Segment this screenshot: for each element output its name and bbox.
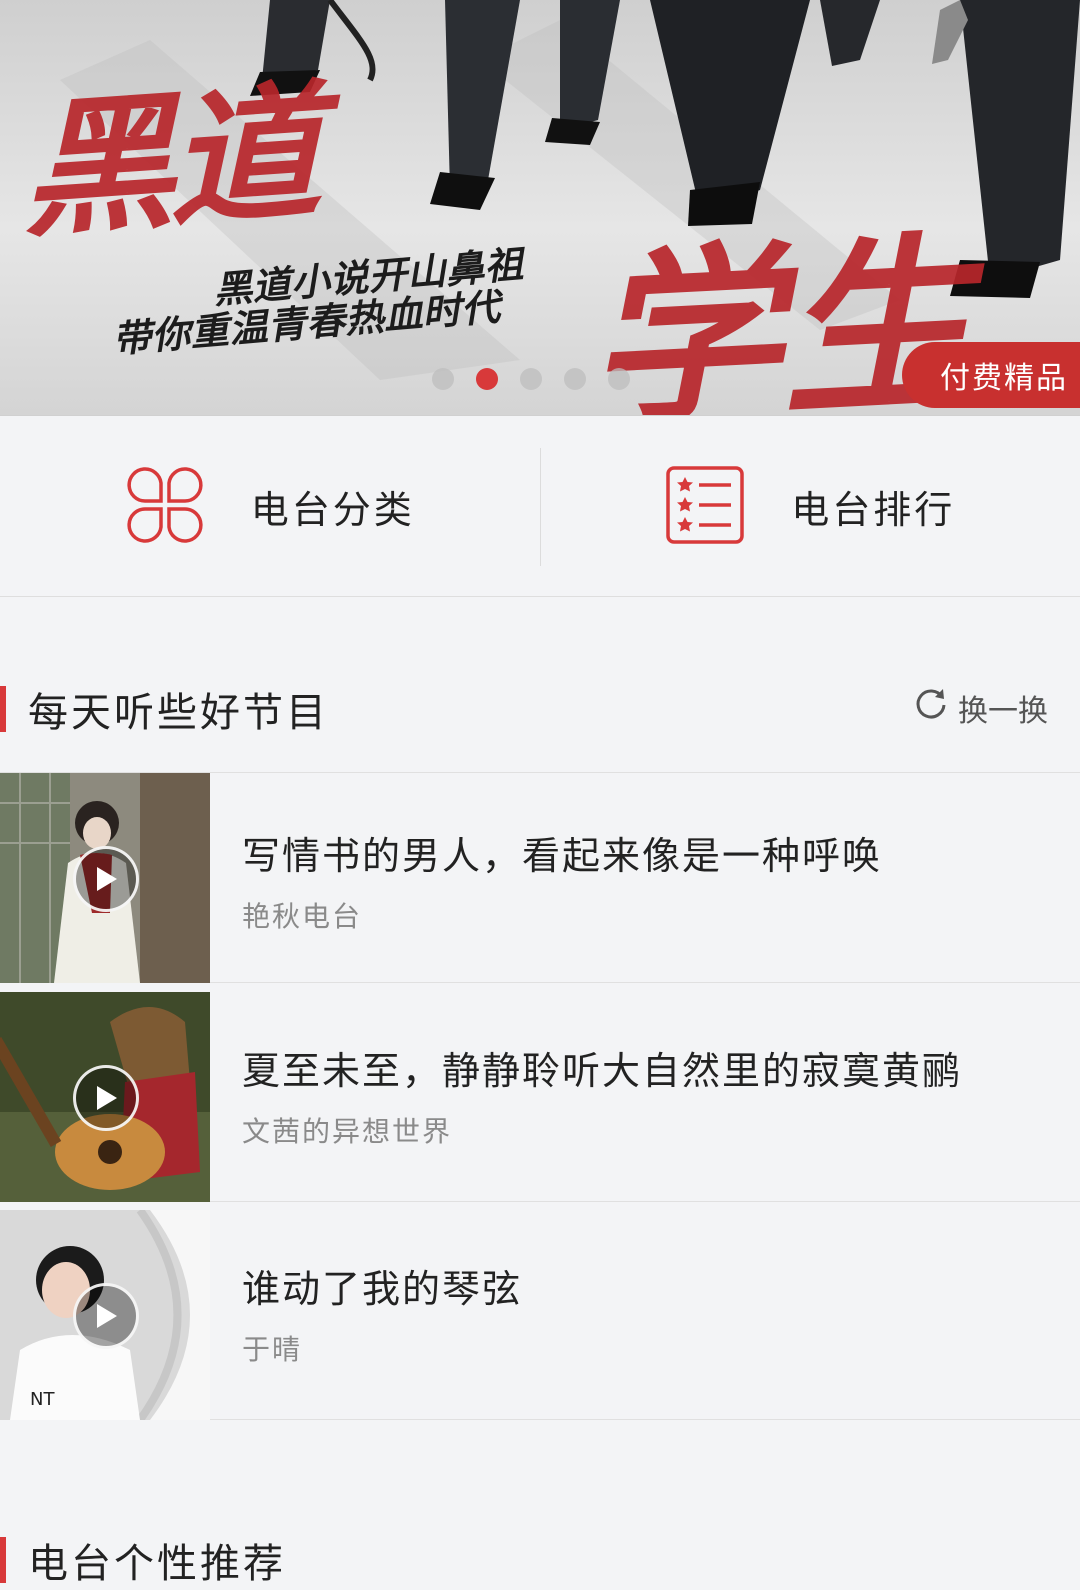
radio-ranking-button[interactable]: 电台排行 <box>541 417 1080 596</box>
program-author: 文茜的异想世界 <box>242 1110 452 1150</box>
play-icon <box>93 1084 119 1112</box>
carousel-dot-active[interactable] <box>476 368 498 390</box>
personalized-recommend-header: 电台个性推荐 <box>0 1530 1080 1590</box>
carousel-indicator <box>432 368 630 390</box>
program-author: 艳秋电台 <box>242 895 362 935</box>
play-button[interactable] <box>73 846 139 912</box>
radio-nav-row: 电台分类 电台排行 <box>0 417 1080 597</box>
paid-premium-badge[interactable]: 付费精品 <box>902 342 1080 408</box>
refresh-button[interactable]: 换一换 <box>914 686 1048 730</box>
carousel-dot[interactable] <box>432 368 454 390</box>
refresh-label: 换一换 <box>958 686 1048 730</box>
program-thumbnail: NT <box>0 1210 210 1420</box>
radio-category-button[interactable]: 电台分类 <box>0 417 540 596</box>
carousel-dot[interactable] <box>520 368 542 390</box>
program-title: 夏至未至，静静聆听大自然里的寂寞黄鹂 <box>242 1040 962 1095</box>
daily-programs-header: 每天听些好节目 换一换 <box>0 670 1080 748</box>
play-button[interactable] <box>73 1283 139 1349</box>
refresh-icon <box>914 687 948 729</box>
banner-title-a: 黑道 <box>14 30 354 267</box>
program-title: 谁动了我的琴弦 <box>242 1258 522 1313</box>
program-item[interactable]: 写情书的男人，看起来像是一种呼唤 艳秋电台 <box>0 773 1080 983</box>
carousel-dot[interactable] <box>564 368 586 390</box>
section-accent-bar <box>0 1537 6 1583</box>
program-author: 于晴 <box>242 1328 302 1368</box>
play-button[interactable] <box>73 1065 139 1131</box>
ranking-list-icon <box>665 465 745 549</box>
svg-text:NT: NT <box>30 1389 55 1410</box>
play-icon <box>93 865 119 893</box>
program-item[interactable]: 夏至未至，静静聆听大自然里的寂寞黄鹂 文茜的异想世界 <box>0 992 1080 1202</box>
radio-ranking-label: 电台排行 <box>791 479 955 534</box>
radio-category-label: 电台分类 <box>251 479 415 534</box>
section-title: 每天听些好节目 <box>28 680 329 738</box>
program-title: 写情书的男人，看起来像是一种呼唤 <box>242 825 882 880</box>
program-thumbnail <box>0 773 210 983</box>
promo-banner[interactable]: 黑道 学生 黑道小说开山鼻祖 带你重温青春热血时代 付费精品 <box>0 0 1080 416</box>
program-thumbnail <box>0 992 210 1202</box>
category-grid-icon <box>125 465 205 549</box>
section-accent-bar <box>0 686 6 732</box>
section-title: 电台个性推荐 <box>28 1531 286 1589</box>
program-item[interactable]: NT 谁动了我的琴弦 于晴 <box>0 1210 1080 1420</box>
play-icon <box>93 1302 119 1330</box>
carousel-dot[interactable] <box>608 368 630 390</box>
